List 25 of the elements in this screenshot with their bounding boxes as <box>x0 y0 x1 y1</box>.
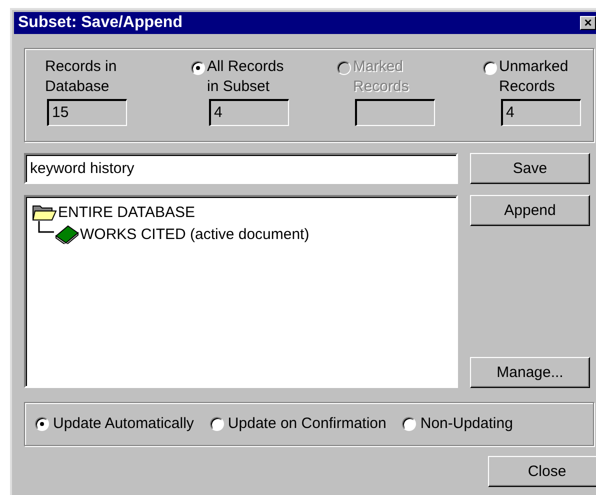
count-field: 15 <box>47 99 127 126</box>
radio-button[interactable] <box>402 417 416 431</box>
close-button[interactable]: × <box>580 16 596 30</box>
subset-name-field[interactable]: keyword history <box>24 153 458 184</box>
radio-button[interactable] <box>191 61 205 75</box>
count-label: Unmarked Records <box>499 57 570 97</box>
dialog-button[interactable]: Save <box>470 153 590 184</box>
radio-button[interactable] <box>35 417 49 431</box>
radio-button[interactable] <box>210 417 224 431</box>
count-label: Marked Records <box>353 57 410 97</box>
window-title: Subset: Save/Append <box>18 14 182 32</box>
dialog-button[interactable]: Append <box>470 195 590 226</box>
book-icon <box>54 224 80 244</box>
tree-item[interactable]: ENTIRE DATABASE <box>58 204 195 220</box>
manage-button[interactable]: Manage... <box>470 357 590 388</box>
radio-button[interactable] <box>483 61 497 75</box>
radio-label: Non-Updating <box>420 414 513 434</box>
count-label: All Records in Subset <box>207 57 285 97</box>
radio-label: Update on Confirmation <box>228 414 386 434</box>
count-label: Records in Database <box>45 57 118 97</box>
close-dialog-button[interactable]: Close <box>488 456 596 487</box>
count-field: 4 <box>209 99 289 126</box>
count-field: 4 <box>501 99 581 126</box>
radio-label: Update Automatically <box>53 414 194 434</box>
tree-item[interactable]: WORKS CITED (active document) <box>80 226 310 242</box>
